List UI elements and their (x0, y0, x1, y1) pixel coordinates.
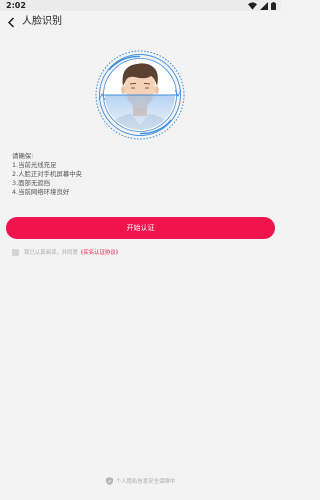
agreement-checkbox[interactable] (12, 248, 19, 256)
instruction-item: 4.当前网络环境良好 (12, 188, 70, 196)
battery-icon (271, 1, 276, 10)
agreement-text: 我已认真阅读，并同意 (24, 250, 78, 256)
status-icons (248, 1, 276, 10)
shield-icon (105, 477, 113, 485)
face-scan-illustration (95, 50, 185, 140)
instructions-heading: 请确保: (12, 152, 34, 160)
wifi-icon (248, 1, 257, 10)
header: 人脸识别 (0, 11, 281, 33)
status-time: 2:02 (6, 1, 26, 10)
chevron-left-icon (7, 16, 15, 28)
instruction-item: 1.当前光线充足 (12, 161, 57, 169)
back-button[interactable] (3, 13, 19, 31)
instructions: 请确保: 1.当前光线充足 2.人脸正对手机屏幕中央 3.面部无遮挡 4.当前网… (12, 152, 82, 197)
agreement-row: 我已认真阅读，并同意 《实名认证协议》 (12, 248, 121, 256)
page-title: 人脸识别 (22, 16, 62, 27)
status-bar: 2:02 (0, 0, 281, 11)
footer: 个人隐私信息安全保障中 (0, 476, 281, 486)
face-icon (95, 50, 185, 140)
instruction-item: 3.面部无遮挡 (12, 179, 51, 187)
agreement-link[interactable]: 《实名认证协议》 (78, 248, 121, 256)
footer-text: 个人隐私信息安全保障中 (115, 479, 176, 485)
instruction-item: 2.人脸正对手机屏幕中央 (12, 170, 83, 178)
start-verification-button[interactable]: 开始认证 (6, 217, 275, 239)
signal-icon (260, 1, 268, 10)
